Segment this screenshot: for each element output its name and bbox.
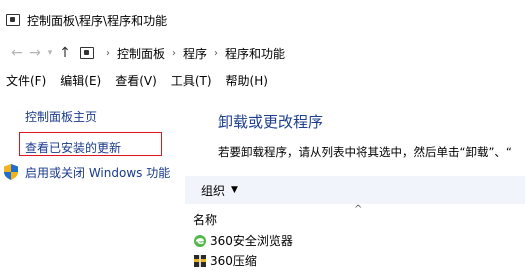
breadcrumb-programs[interactable]: 程序 (183, 45, 207, 62)
menu-edit[interactable]: 编辑(E) (60, 72, 101, 89)
left-pane: 控制面板主页 查看已安装的更新 启用或关闭 Windows 功能 (0, 94, 185, 275)
main-pane: 卸载或更改程序 若要卸载程序，请从列表中将其选中，然后单击“卸载”、“ 组织 ▼… (185, 94, 525, 275)
forward-button[interactable]: → (26, 45, 44, 61)
list-item[interactable]: 360压缩 (193, 252, 257, 269)
menu-file[interactable]: 文件(F) (6, 72, 46, 89)
back-button[interactable]: ← (8, 45, 26, 61)
menu-bar: 文件(F) 编辑(E) 查看(V) 工具(T) 帮助(H) (0, 66, 525, 94)
chevron-right-icon[interactable]: › (214, 48, 218, 59)
title-bar: 控制面板\程序\程序和功能 (0, 0, 525, 40)
control-panel-home-link[interactable]: 控制面板主页 (25, 108, 97, 125)
windows-features-link[interactable]: 启用或关闭 Windows 功能 (25, 164, 170, 181)
chevron-right-icon[interactable]: › (172, 48, 176, 59)
chevron-down-icon[interactable]: ▼ (231, 185, 238, 195)
page-title: 卸载或更改程序 (218, 113, 324, 131)
page-description: 若要卸载程序，请从列表中将其选中，然后单击“卸载”、“ (218, 145, 512, 159)
breadcrumb-control-panel[interactable]: 控制面板 (117, 45, 165, 62)
control-panel-icon (80, 47, 94, 59)
menu-tools[interactable]: 工具(T) (171, 72, 212, 89)
chevron-right-icon[interactable]: › (106, 48, 110, 59)
organize-button[interactable]: 组织 (201, 182, 225, 199)
program-name: 360压缩 (210, 254, 257, 268)
menu-view[interactable]: 查看(V) (115, 72, 157, 89)
view-installed-updates-link[interactable]: 查看已安装的更新 (25, 139, 121, 156)
360-browser-icon (194, 234, 206, 247)
list-item[interactable]: 360安全浏览器 (193, 232, 293, 249)
window-title: 控制面板\程序\程序和功能 (27, 13, 168, 28)
360-zip-icon (194, 254, 206, 267)
address-bar: ← → ▾ ↑ › 控制面板 › 程序 › 程序和功能 (0, 40, 525, 66)
menu-help[interactable]: 帮助(H) (226, 72, 268, 89)
recent-locations-dropdown[interactable]: ▾ (44, 48, 56, 58)
control-panel-icon (6, 14, 20, 26)
program-name: 360安全浏览器 (210, 234, 293, 248)
column-header-name[interactable]: 名称 (193, 211, 217, 228)
up-button[interactable]: ↑ (56, 45, 74, 61)
command-toolbar: 组织 ▼ (185, 176, 525, 204)
breadcrumb-programs-and-features[interactable]: 程序和功能 (225, 45, 285, 62)
shield-icon (4, 164, 18, 180)
sort-ascending-icon: ^ (354, 204, 363, 215)
